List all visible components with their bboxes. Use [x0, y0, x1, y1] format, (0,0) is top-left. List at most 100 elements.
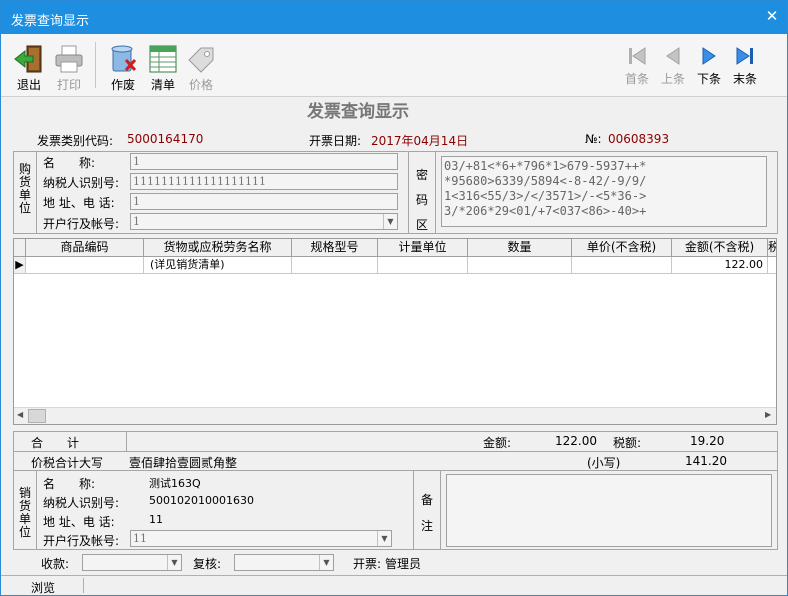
- cipher-label-char: 区: [415, 218, 428, 232]
- buyer-address-field[interactable]: 1: [130, 193, 398, 210]
- dropdown-arrow-icon[interactable]: ▼: [319, 555, 333, 570]
- remark-section-label: 备 注: [420, 487, 434, 539]
- buyer-bank-combo[interactable]: 1 ▼: [130, 213, 398, 230]
- seller-address-label: 地 址、电 话:: [43, 515, 115, 529]
- cipher-label-char: 码: [415, 193, 428, 207]
- invoice-no-value: 00608393: [608, 132, 670, 146]
- cipher-area: 03/+81<*6+*796*1>679-5937++* *95680>6339…: [441, 156, 767, 227]
- printer-icon: [55, 45, 83, 73]
- invoice-form: 发票查询显示 发票类别代码: 5000164170 开票日期: 2017年04月…: [9, 97, 779, 575]
- dropdown-arrow-icon[interactable]: ▼: [377, 531, 391, 546]
- column-header[interactable]: 税: [768, 239, 776, 257]
- seller-bank-value: 11: [133, 532, 147, 545]
- last-record-icon: [736, 47, 753, 65]
- scroll-right-icon[interactable]: ▶: [765, 410, 771, 419]
- total-upper-label: 价税合计大写: [31, 456, 104, 470]
- buyer-address-label: 地 址、电 话:: [43, 196, 115, 210]
- last-record-button[interactable]: 末条: [731, 44, 759, 87]
- tax-label: 税额:: [613, 436, 642, 450]
- first-record-icon: [629, 47, 646, 65]
- toolbar: 退出 打印 作废 清单 价格 首条 上条 下条 末条: [1, 34, 787, 97]
- column-header[interactable]: 单价(不含税): [572, 239, 672, 257]
- table-cell[interactable]: [26, 257, 144, 274]
- first-record-button[interactable]: 首条: [623, 44, 651, 87]
- seller-section-label: 销 货 单 位: [18, 487, 32, 539]
- amount-value: 122.00: [555, 434, 597, 448]
- next-record-icon: [702, 47, 716, 65]
- column-header[interactable]: 金额(不含税): [672, 239, 768, 257]
- reviewer-label: 复核:: [193, 557, 222, 571]
- toolbar-separator: [95, 42, 96, 88]
- table-cell[interactable]: [292, 257, 378, 274]
- column-header[interactable]: 数量: [468, 239, 572, 257]
- prev-record-button[interactable]: 上条: [659, 44, 687, 87]
- seller-label-char: 位: [18, 525, 31, 539]
- table-cell[interactable]: [468, 257, 572, 274]
- price-label: 价格: [188, 78, 213, 92]
- void-label: 作废: [110, 78, 135, 92]
- column-header[interactable]: 计量单位: [378, 239, 468, 257]
- close-icon[interactable]: ✕: [757, 1, 787, 31]
- seller-address-value: 11: [149, 513, 163, 526]
- column-header[interactable]: 规格型号: [292, 239, 378, 257]
- price-button[interactable]: 价格: [185, 44, 217, 93]
- status-divider: [83, 578, 84, 593]
- price-tag-icon: [188, 47, 214, 73]
- buyer-section-label: 购 货 单 位: [18, 163, 32, 215]
- date-label: 开票日期:: [309, 134, 362, 148]
- table-cell[interactable]: 122.00: [672, 257, 768, 274]
- remark-label-char: 注: [420, 519, 433, 533]
- prev-label: 上条: [660, 72, 685, 86]
- buyer-bank-label: 开户行及帐号:: [43, 217, 120, 231]
- reviewer-combo[interactable]: ▼: [234, 554, 334, 571]
- void-button[interactable]: 作废: [107, 44, 139, 93]
- title-bar: 发票查询显示 ✕: [1, 1, 787, 34]
- buyer-name-field[interactable]: 1: [130, 153, 398, 170]
- remark-field[interactable]: [446, 474, 772, 547]
- buyer-name-label: 名 称:: [43, 156, 96, 170]
- issuer-label: 开票:: [353, 557, 382, 571]
- status-bar: 浏览: [1, 575, 787, 595]
- amount-label: 金额:: [483, 436, 512, 450]
- cipher-line: 3/*206*29<01/+7<037<86>-40>+: [444, 204, 647, 218]
- seller-bank-combo[interactable]: 11 ▼: [130, 530, 392, 547]
- form-title: 发票查询显示: [307, 102, 409, 122]
- table-cell[interactable]: [378, 257, 468, 274]
- exit-door-icon: [14, 45, 42, 73]
- last-label: 末条: [732, 72, 757, 86]
- goods-table[interactable]: 商品编码 货物或应税劳务名称 规格型号 计量单位 数量 单价(不含税) 金额(不…: [13, 238, 777, 425]
- divider: [126, 431, 127, 451]
- next-record-button[interactable]: 下条: [695, 44, 723, 87]
- remark-label-char: 备: [420, 493, 433, 507]
- column-header[interactable]: 商品编码: [26, 239, 144, 257]
- type-code-label: 发票类别代码:: [37, 134, 114, 148]
- seller-name-value: 测试163Q: [149, 477, 201, 490]
- print-button[interactable]: 打印: [53, 44, 85, 93]
- list-button[interactable]: 清单: [147, 44, 179, 93]
- list-label: 清单: [150, 78, 175, 92]
- column-header[interactable]: 货物或应税劳务名称: [144, 239, 292, 257]
- payee-combo[interactable]: ▼: [82, 554, 182, 571]
- dropdown-arrow-icon[interactable]: ▼: [167, 555, 181, 570]
- buyer-tax-id-label: 纳税人识别号:: [43, 176, 120, 190]
- scroll-left-icon[interactable]: ◀: [17, 410, 23, 419]
- total-upper-value: 壹佰肆拾壹圆贰角整: [129, 456, 238, 470]
- table-cell[interactable]: [572, 257, 672, 274]
- cipher-line: 1<316<55/3>/</3571>/-<5*36->: [444, 189, 647, 203]
- exit-button[interactable]: 退出: [13, 44, 45, 93]
- cipher-line: 03/+81<*6+*796*1>679-5937++*: [444, 159, 647, 173]
- buyer-tax-id-field[interactable]: 1111111111111111111: [130, 173, 398, 190]
- scrollbar-thumb[interactable]: [28, 409, 46, 423]
- horizontal-scrollbar[interactable]: ◀ ▶: [14, 407, 776, 424]
- status-mode: 浏览: [31, 581, 56, 595]
- tax-value: 19.20: [690, 434, 725, 448]
- buyer-bank-value: 1: [133, 215, 140, 228]
- void-bin-icon: [111, 45, 137, 72]
- table-cell[interactable]: (详见销货清单): [144, 257, 292, 274]
- total-lower-value: 141.20: [685, 454, 727, 468]
- seller-bank-label: 开户行及帐号:: [43, 534, 120, 548]
- table-cell[interactable]: [768, 257, 776, 274]
- current-row-icon: ▶: [14, 257, 26, 274]
- dropdown-arrow-icon[interactable]: ▼: [383, 214, 397, 229]
- total-label: 合 计: [31, 436, 80, 450]
